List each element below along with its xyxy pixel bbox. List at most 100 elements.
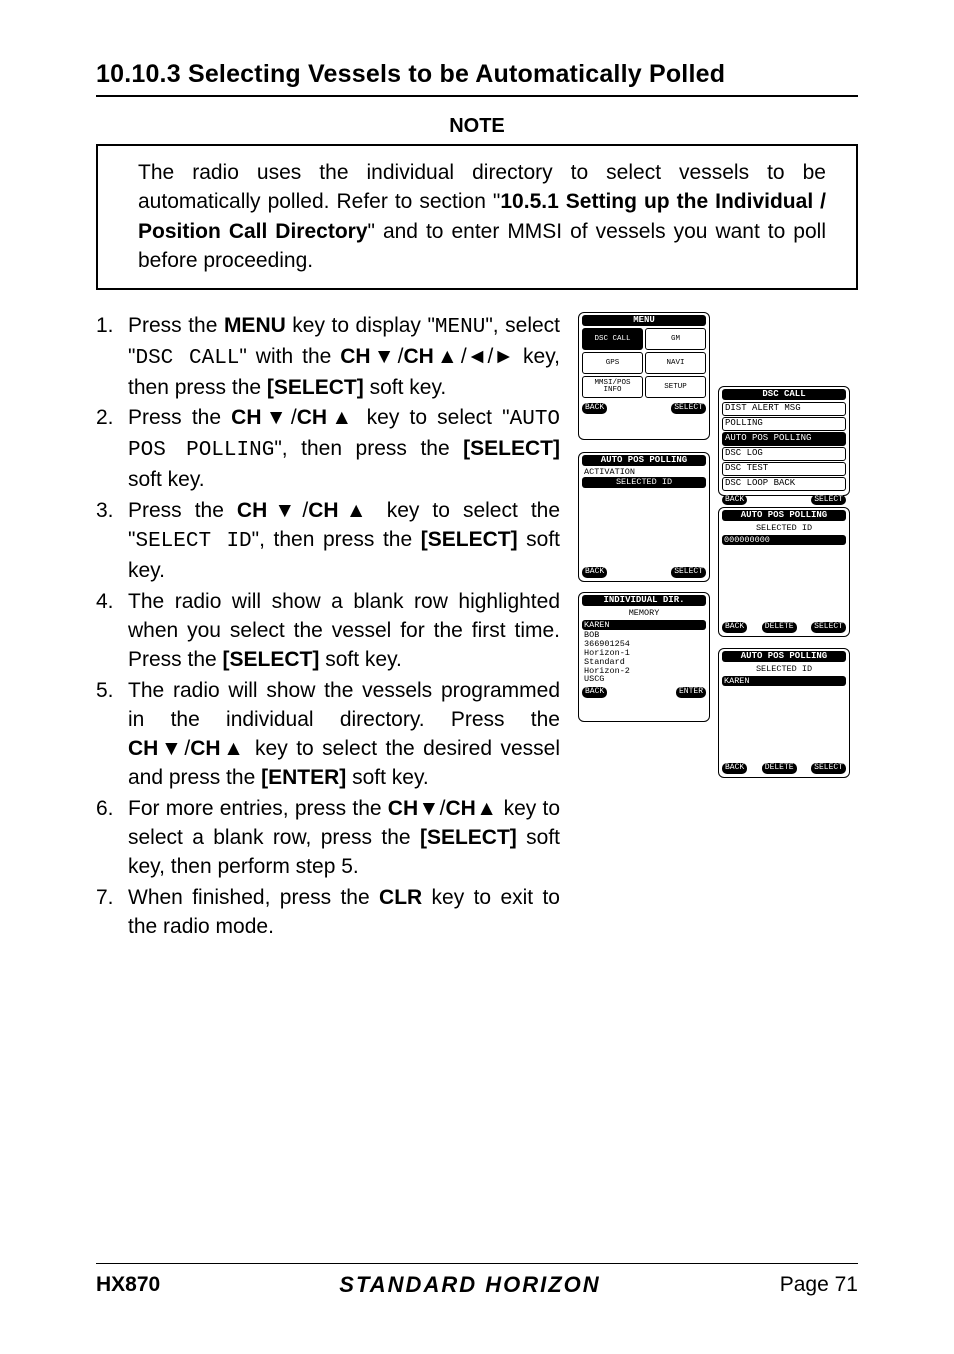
step-3: Press the CH▼/CH▲ key to select the "SEL… <box>128 497 560 586</box>
footer-model: HX870 <box>96 1273 160 1297</box>
step-6: For more entries, press the CH▼/CH▲ key … <box>128 795 560 882</box>
steps-column: 1. Press the MENU key to display "MENU",… <box>96 312 560 944</box>
t: [SELECT] <box>267 376 364 399</box>
section-heading: 10.10.3 Selecting Vessels to be Automati… <box>96 60 858 97</box>
t: SELECT ID <box>135 530 251 553</box>
menu-cell: GM <box>645 328 706 350</box>
list-item-selected: AUTO POS POLLING <box>722 432 846 446</box>
step-1: Press the MENU key to display "MENU", se… <box>128 312 560 403</box>
note-box: The radio uses the individual directory … <box>96 144 858 290</box>
lcd-app-screen: AUTO POS POLLING ACTIVATION SELECTED ID … <box>578 452 710 582</box>
softkey-back: BACK <box>722 622 747 632</box>
list-item-selected: KAREN <box>582 620 706 630</box>
softkey-back: BACK <box>582 567 607 577</box>
t: CH▼ <box>237 499 302 522</box>
t: CH▲ <box>446 797 498 820</box>
step-num: 7. <box>96 884 128 942</box>
selected-value: KAREN <box>722 676 846 686</box>
step-num: 1. <box>96 312 128 403</box>
footer-page: Page 71 <box>780 1273 858 1297</box>
t: " with the <box>239 345 340 368</box>
t: [SELECT] <box>421 528 518 551</box>
softkey-select: SELECT <box>811 622 846 632</box>
t: CH▲ <box>403 345 460 368</box>
t: CH▼ <box>388 797 440 820</box>
softkey-back: BACK <box>722 495 747 505</box>
right-arrow-icon: ► <box>493 345 514 368</box>
softkey-select: SELECT <box>811 495 846 505</box>
list-item: DSC TEST <box>722 462 846 476</box>
step-num: 4. <box>96 588 128 675</box>
lcd-dir-screen: INDIVIDUAL DIR. MEMORY KAREN BOB 3669012… <box>578 592 710 722</box>
step-5: The radio will show the vessels programm… <box>128 677 560 793</box>
softkey-back: BACK <box>722 763 747 773</box>
list-item: DSC LOOP BACK <box>722 477 846 491</box>
list-item: DSC LOG <box>722 447 846 461</box>
lcd-menu-screen: MENU DSC CALL GM GPS NAVI MMSI/POS INFO … <box>578 312 710 440</box>
t: soft key. <box>364 376 446 399</box>
t: key to display " <box>286 314 435 337</box>
step-num: 3. <box>96 497 128 586</box>
menu-cell: DSC CALL <box>582 328 643 350</box>
softkey-select: SELECT <box>671 567 706 577</box>
list-item: USCG <box>582 675 706 684</box>
t: [ENTER] <box>261 766 346 789</box>
lcd-subtitle: SELECTED ID <box>722 523 846 533</box>
footer-brand: STANDARD HORIZON <box>339 1272 600 1298</box>
step-4: The radio will show a blank row highligh… <box>128 588 560 675</box>
t: [SELECT] <box>223 648 320 671</box>
t: ", then press the <box>252 528 421 551</box>
t: MENU <box>435 316 485 339</box>
t: ", then press the <box>274 437 463 460</box>
t: key to select " <box>357 406 510 429</box>
t: [SELECT] <box>463 437 560 460</box>
t: [SELECT] <box>420 826 517 849</box>
lcd-subtitle: SELECTED ID <box>722 664 846 674</box>
softkey-back: BACK <box>582 687 607 697</box>
t: soft key. <box>346 766 428 789</box>
lcd-title: AUTO POS POLLING <box>722 510 846 522</box>
t: The radio will show the vessels programm… <box>128 679 560 731</box>
note-label: NOTE <box>96 115 858 138</box>
softkey-delete: DELETE <box>762 622 797 632</box>
page-footer: HX870 STANDARD HORIZON Page 71 <box>96 1263 858 1298</box>
softkey-select: SELECT <box>671 403 706 413</box>
menu-cell: NAVI <box>645 352 706 374</box>
lcd-title: DSC CALL <box>722 389 846 401</box>
t: Press the <box>128 314 224 337</box>
t: CLR <box>379 886 422 909</box>
t: CH▼ <box>231 406 291 429</box>
step-7: When finished, press the CLR key to exit… <box>128 884 560 942</box>
t: CH▲ <box>297 406 357 429</box>
step-num: 2. <box>96 404 128 495</box>
menu-cell: GPS <box>582 352 643 374</box>
step-2: Press the CH▼/CH▲ key to select "AUTO PO… <box>128 404 560 495</box>
lcd-title: AUTO POS POLLING <box>722 651 846 663</box>
t: soft key. <box>319 648 401 671</box>
t: MENU <box>224 314 286 337</box>
t: CH▲ <box>190 737 246 760</box>
softkey-delete: DELETE <box>762 763 797 773</box>
t: For more entries, press the <box>128 797 388 820</box>
lcd-dsccall-screen: DSC CALL DIST ALERT MSG POLLING AUTO POS… <box>718 386 850 496</box>
t: Press the <box>128 406 231 429</box>
left-arrow-icon: ◄ <box>467 345 488 368</box>
menu-cell: MMSI/POS INFO <box>582 376 643 398</box>
menu-cell: SETUP <box>645 376 706 398</box>
softkey-enter: ENTER <box>676 687 706 697</box>
selected-value: 000000000 <box>722 535 846 545</box>
lcd-selid-karen-screen: AUTO POS POLLING SELECTED ID KAREN BACK … <box>718 648 850 778</box>
lcd-selid-blank-screen: AUTO POS POLLING SELECTED ID 000000000 B… <box>718 507 850 637</box>
t: CH▼ <box>340 345 397 368</box>
step-num: 6. <box>96 795 128 882</box>
lcd-title: INDIVIDUAL DIR. <box>582 595 706 607</box>
t: CH▲ <box>308 499 373 522</box>
list-item-selected: SELECTED ID <box>582 477 706 487</box>
t: soft key. <box>128 468 205 491</box>
lcd-title: AUTO POS POLLING <box>582 455 706 467</box>
softkey-back: BACK <box>582 403 607 413</box>
t: CH▼ <box>128 737 184 760</box>
list-item: DIST ALERT MSG <box>722 402 846 416</box>
list-item: POLLING <box>722 417 846 431</box>
list-item: ACTIVATION <box>582 468 706 477</box>
